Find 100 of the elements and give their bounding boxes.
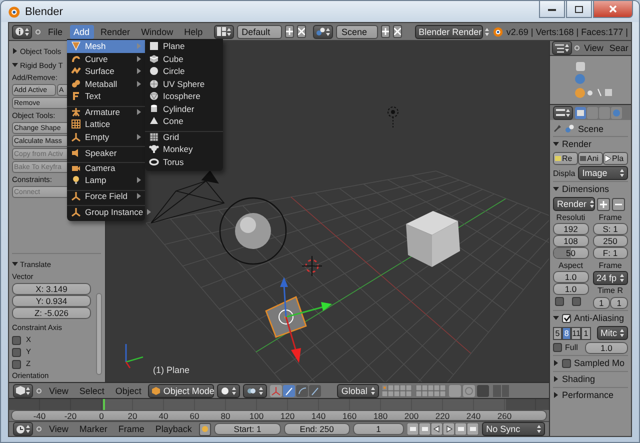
menu-item[interactable]: Window (137, 24, 178, 38)
number-field[interactable]: 1 (610, 297, 628, 309)
menu-entry[interactable]: Cone (145, 115, 223, 128)
menu-entry[interactable]: Camera (67, 162, 145, 174)
menu-entry[interactable]: Group Instance (67, 205, 145, 218)
number-field[interactable]: 192 (553, 223, 588, 235)
panel-title[interactable]: Shading (562, 374, 596, 384)
percentage-slider[interactable]: 50 (553, 247, 588, 259)
panel-title[interactable]: Dimensions (562, 184, 610, 194)
panel-title[interactable]: Sampled Mo (574, 358, 625, 368)
maximize-button[interactable] (566, 1, 592, 18)
menu-entry[interactable]: Mesh (67, 40, 145, 52)
menu-entry[interactable]: Torus (145, 156, 223, 168)
filter-dropdown[interactable]: Mitc (596, 326, 628, 340)
menu-item[interactable]: View (45, 422, 72, 436)
menu-entry[interactable]: Icosphere (145, 90, 223, 102)
plane-object-drawing (265, 296, 307, 338)
pivot-dropdown[interactable] (243, 384, 268, 398)
end-frame-field[interactable]: End: 250 (284, 423, 350, 435)
number-field[interactable]: 1.0 (553, 283, 588, 295)
number-field[interactable]: S: 1 (592, 223, 628, 235)
checkbox[interactable] (12, 360, 21, 368)
checkbox[interactable] (572, 297, 581, 306)
scene-name-field[interactable]: Scene (336, 24, 378, 38)
number-field[interactable]: 1 (592, 297, 610, 309)
frame-tick-label: 240 (465, 410, 482, 420)
add-preset-button[interactable] (597, 198, 610, 210)
render-button[interactable]: Pla (603, 152, 628, 165)
menu-item[interactable]: View (45, 384, 72, 398)
render-icon (555, 155, 561, 162)
render-button[interactable]: Re (553, 152, 578, 165)
menu-item[interactable]: File (44, 24, 67, 38)
panel-title[interactable]: Render (562, 139, 592, 149)
menu-entry[interactable]: Circle (145, 65, 223, 78)
editor-type-button[interactable] (13, 384, 33, 398)
menu-entry[interactable]: Monkey (145, 143, 223, 156)
timeline-ruler[interactable]: -40 -20 0 20 40 60 80 100 120 140 160 180 200 220 240 260 (9, 398, 549, 421)
keying-button[interactable] (198, 422, 212, 436)
checkbox[interactable] (553, 343, 562, 352)
menu-item[interactable]: View (582, 41, 606, 55)
editor-type-button[interactable] (552, 41, 572, 55)
menu-item[interactable]: Render (96, 24, 134, 38)
menu-entry[interactable]: Cube (145, 52, 223, 65)
close-button[interactable] (593, 1, 633, 18)
layout-name-field[interactable]: Default (236, 24, 282, 38)
delete-layout-button[interactable] (297, 25, 306, 38)
checkbox[interactable] (562, 358, 571, 368)
screen-layout-button[interactable] (214, 24, 234, 38)
menu-item[interactable]: Frame (114, 422, 148, 436)
menu-entry[interactable]: Force Field (67, 190, 145, 202)
scrollbar[interactable] (96, 293, 102, 375)
number-field[interactable]: 250 (592, 235, 628, 247)
sync-dropdown[interactable]: No Sync (482, 422, 545, 436)
checkbox[interactable] (12, 348, 21, 356)
menu-item[interactable]: Help (180, 24, 207, 38)
panel-title[interactable]: Performance (562, 390, 614, 400)
frame-rate-dropdown[interactable]: 24 fp (592, 271, 628, 285)
sample-count-option[interactable]: 8 (562, 326, 572, 340)
editor-type-button[interactable] (553, 106, 573, 120)
editor-type-button[interactable] (12, 24, 32, 38)
menu-item[interactable]: Object (111, 384, 146, 398)
preset-dropdown[interactable]: Render (553, 197, 595, 211)
display-dropdown[interactable]: Image (578, 166, 628, 180)
number-field[interactable]: 108 (553, 235, 588, 247)
shading-dropdown[interactable] (217, 384, 240, 398)
current-frame-field[interactable]: 1 (352, 423, 404, 435)
menu-item[interactable]: Playback (151, 422, 196, 436)
scene-button[interactable] (313, 24, 334, 38)
number-field[interactable]: X: 3.149 (12, 283, 91, 295)
menu-entry[interactable]: Cylinder (145, 102, 223, 115)
editor-type-button[interactable] (13, 422, 33, 436)
menu-item[interactable]: Add (70, 24, 94, 38)
menu-entry[interactable]: Plane (145, 40, 223, 52)
number-field[interactable]: 1.0 (553, 271, 588, 283)
orientation-dropdown[interactable]: Global (337, 384, 380, 398)
minimize-button[interactable] (539, 1, 565, 18)
menu-entry[interactable]: Grid (145, 130, 223, 143)
sample-count-option[interactable]: 5 (553, 326, 562, 340)
panel-title[interactable]: Anti-Aliasing (574, 313, 624, 323)
checkbox[interactable] (555, 297, 564, 306)
render-button[interactable]: Ani (578, 152, 603, 165)
number-field[interactable]: 1.0 (584, 342, 628, 354)
sample-count-option[interactable]: 1 (581, 326, 590, 340)
menu-item[interactable]: Select (75, 384, 108, 398)
add-scene-button[interactable] (380, 25, 390, 38)
menu-item[interactable]: Sear (607, 41, 630, 55)
mode-dropdown[interactable]: Object Mode (148, 384, 214, 398)
start-frame-field[interactable]: Start: 1 (214, 423, 281, 435)
menu-item[interactable]: Marker (75, 422, 112, 436)
checkbox[interactable] (562, 314, 571, 322)
number-field[interactable]: Y: 0.934 (12, 295, 91, 307)
sample-count-option[interactable]: 11 (571, 326, 582, 340)
checkbox[interactable] (12, 336, 21, 344)
remove-preset-button[interactable] (612, 198, 625, 210)
close-icon (609, 5, 617, 13)
number-field[interactable]: F: 1 (592, 247, 628, 259)
number-field[interactable]: Z: -5.026 (12, 307, 91, 319)
add-layout-button[interactable] (285, 25, 294, 38)
delete-scene-button[interactable] (392, 25, 402, 38)
menu-entry[interactable]: UV Sphere (145, 78, 223, 90)
